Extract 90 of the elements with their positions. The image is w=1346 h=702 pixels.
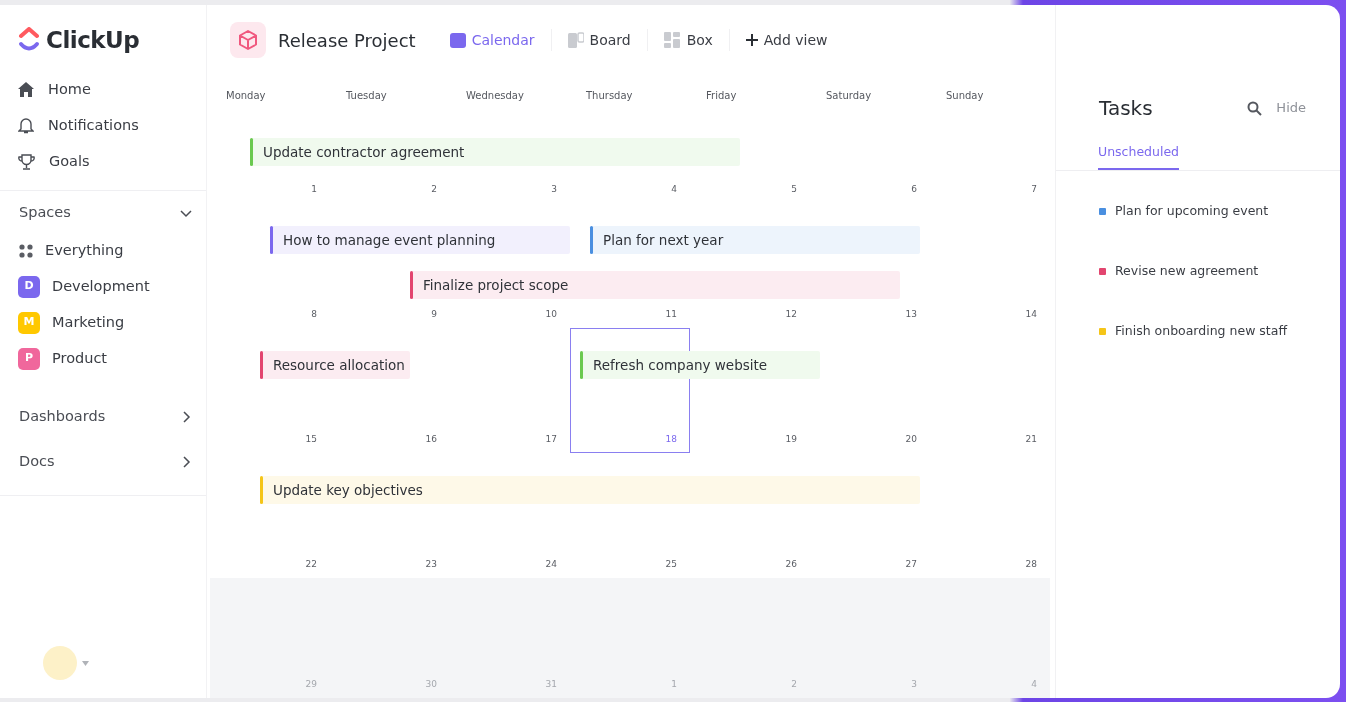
day-number: 8 (311, 307, 317, 321)
day-number: 30 (425, 677, 437, 691)
day-number: 5 (791, 182, 797, 196)
section-item[interactable]: Dashboards (0, 394, 206, 440)
day-number: 17 (545, 432, 557, 446)
weekday-label: Friday (705, 88, 738, 103)
cube-icon (238, 30, 258, 50)
project-title: Release Project (278, 28, 416, 53)
day-number: 7 (1031, 182, 1037, 196)
event-title: Update contractor agreement (263, 142, 465, 162)
day-number: 25 (665, 557, 677, 571)
day-number: 14 (1025, 307, 1037, 321)
caret-icon (82, 660, 89, 666)
day-number: 16 (425, 432, 437, 446)
day-number: 1 (311, 182, 317, 196)
day-number: 2 (431, 182, 437, 196)
trophy-icon (18, 153, 35, 170)
space-item[interactable]: Everything (0, 232, 142, 269)
event-card[interactable]: Refresh company website (580, 351, 820, 379)
day-number: 4 (671, 182, 677, 196)
task-title[interactable]: Finish onboarding new staff (1115, 322, 1288, 342)
day-number: 26 (785, 557, 797, 571)
day-number: 24 (545, 557, 557, 571)
event-card[interactable]: Plan for next year (590, 226, 920, 254)
bell-icon (18, 117, 34, 134)
spaces-header[interactable]: Spaces (0, 196, 206, 229)
weekday-label: Tuesday (345, 88, 388, 103)
space-badge: D (18, 275, 40, 298)
event-card[interactable]: Update contractor agreement (250, 138, 740, 166)
nav-item[interactable]: Goals (0, 143, 206, 180)
event-title: Update key objectives (273, 480, 423, 500)
day-number: 19 (785, 432, 797, 446)
weekday-label: Thursday (585, 88, 634, 103)
grid-dots-icon (19, 243, 33, 258)
task-title[interactable]: Revise new agreement (1115, 262, 1259, 282)
board-icon (567, 32, 584, 48)
day-number: 6 (911, 182, 917, 196)
space-badge: P (18, 347, 40, 370)
event-card[interactable]: How to manage event planning (270, 226, 570, 254)
day-number: 28 (1025, 557, 1037, 571)
day-number: 15 (305, 432, 317, 446)
panel-title: Tasks (1099, 95, 1154, 122)
weekday-label: Saturday (825, 88, 873, 103)
event-card[interactable]: Update key objectives (260, 476, 920, 504)
day-number: 2 (791, 677, 797, 691)
day-number: 31 (545, 677, 557, 691)
day-number: 27 (905, 557, 917, 571)
view-tab[interactable]: Box (659, 27, 717, 53)
section-item[interactable]: Docs (0, 439, 206, 485)
day-number: 4 (1031, 677, 1037, 691)
nav-item[interactable]: Home (0, 71, 206, 108)
day-number: 12 (785, 307, 797, 321)
brand-name: ClickUp (46, 26, 140, 55)
day-number: 3 (551, 182, 557, 196)
space-badge: M (18, 311, 40, 334)
event-card[interactable]: Resource allocation (260, 351, 410, 379)
calendar-icon (449, 32, 466, 48)
view-tab[interactable]: Calendar (445, 27, 539, 53)
home-icon (18, 82, 34, 97)
day-number: 22 (305, 557, 317, 571)
event-title: Resource allocation (273, 355, 405, 375)
day-number: 3 (911, 677, 917, 691)
weekday-label: Monday (225, 88, 267, 103)
plus-icon (745, 34, 758, 46)
day-number: 18 (665, 432, 677, 446)
weekday-label: Wednesday (465, 88, 525, 103)
space-item[interactable]: D Development (0, 268, 168, 305)
panel-tab[interactable]: Unscheduled (1098, 143, 1180, 170)
task-title[interactable]: Plan for upcoming event (1115, 202, 1269, 222)
day-number: 9 (431, 307, 437, 321)
add-view-button[interactable]: Add view (741, 27, 832, 53)
nav-item[interactable]: Notifications (0, 107, 206, 144)
day-number: 11 (665, 307, 677, 321)
event-title: Finalize project scope (423, 275, 569, 295)
space-item[interactable]: P Product (0, 340, 126, 377)
space-item[interactable]: M Marketing (0, 304, 143, 341)
day-number: 20 (905, 432, 917, 446)
view-tab[interactable]: Board (563, 27, 635, 53)
event-title: Plan for next year (603, 230, 724, 250)
day-number: 29 (305, 677, 317, 691)
day-number: 1 (671, 677, 677, 691)
box-grid-icon (663, 32, 681, 48)
day-number: 10 (545, 307, 557, 321)
weekday-label: Sunday (945, 88, 985, 103)
day-number: 13 (905, 307, 917, 321)
event-title: How to manage event planning (283, 230, 496, 250)
search-icon[interactable] (1247, 100, 1263, 116)
day-number: 23 (425, 557, 437, 571)
event-card[interactable]: Finalize project scope (410, 271, 900, 299)
day-number: 21 (1025, 432, 1037, 446)
